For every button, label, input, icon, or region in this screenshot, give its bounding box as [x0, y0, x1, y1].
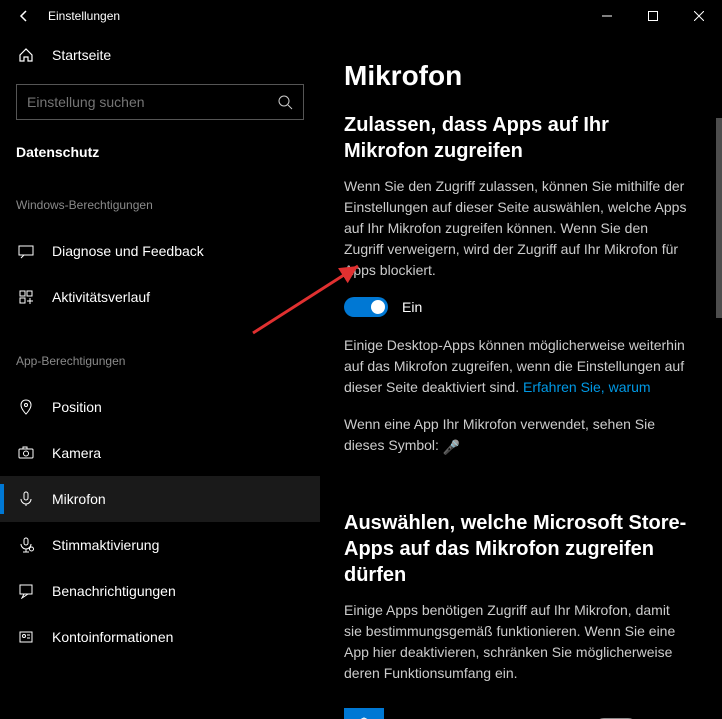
section-allow-description: Wenn Sie den Zugriff zulassen, können Si…: [344, 176, 690, 281]
activity-icon: [16, 289, 36, 305]
sidebar-item-label: Kamera: [52, 445, 101, 461]
search-box[interactable]: [16, 84, 304, 120]
learn-why-link[interactable]: Erfahren Sie, warum: [523, 379, 651, 395]
sidebar-item-label: Stimmaktivierung: [52, 537, 159, 553]
notification-icon: [16, 583, 36, 599]
page-title: Mikrofon: [344, 60, 690, 92]
breadcrumb: Datenschutz: [0, 134, 320, 164]
sidebar-item-kamera[interactable]: Kamera: [0, 430, 320, 476]
search-input[interactable]: [27, 94, 277, 110]
titlebar: Einstellungen: [0, 0, 722, 32]
in-use-note: Wenn eine App Ihr Mikrofon verwendet, se…: [344, 414, 690, 458]
allow-mic-toggle[interactable]: [344, 297, 388, 317]
sidebar-home-label: Startseite: [52, 47, 111, 63]
sidebar-item-mikrofon[interactable]: Mikrofon: [0, 476, 320, 522]
sidebar-item-diagnose[interactable]: Diagnose und Feedback: [0, 228, 320, 274]
sidebar-item-notifications[interactable]: Benachrichtigungen: [0, 568, 320, 614]
section-store-description: Einige Apps benötigen Zugriff auf Ihr Mi…: [344, 600, 690, 684]
sidebar-item-label: Diagnose und Feedback: [52, 243, 204, 259]
sidebar-item-position[interactable]: Position: [0, 384, 320, 430]
window-title: Einstellungen: [48, 9, 120, 23]
voice-icon: [16, 537, 36, 553]
allow-mic-toggle-label: Ein: [402, 299, 422, 315]
group-windows-permissions: Windows-Berechtigungen: [0, 182, 320, 228]
sidebar-item-label: Benachrichtigungen: [52, 583, 176, 599]
main-content: Mikrofon Zulassen, dass Apps auf Ihr Mik…: [320, 32, 722, 719]
sidebar-item-label: Aktivitätsverlauf: [52, 289, 150, 305]
sidebar-item-label: Mikrofon: [52, 491, 106, 507]
section-allow-heading: Zulassen, dass Apps auf Ihr Mikrofon zug…: [344, 112, 690, 164]
3d-viewer-icon: [344, 708, 384, 719]
app-row-3dviewer: 3D-Viewer Aus: [344, 700, 690, 719]
camera-icon: [16, 445, 36, 461]
sidebar-item-label: Kontoinformationen: [52, 629, 173, 645]
group-app-permissions: App-Berechtigungen: [0, 338, 320, 384]
scrollbar[interactable]: [716, 118, 722, 318]
sidebar-item-account[interactable]: Kontoinformationen: [0, 614, 320, 660]
sidebar-item-voice[interactable]: Stimmaktivierung: [0, 522, 320, 568]
close-button[interactable]: [676, 0, 722, 32]
microphone-icon: [16, 491, 36, 507]
minimize-button[interactable]: [584, 0, 630, 32]
sidebar-home[interactable]: Startseite: [0, 32, 320, 78]
desktop-apps-note: Einige Desktop-Apps können möglicherweis…: [344, 335, 690, 398]
location-icon: [16, 399, 36, 415]
maximize-button[interactable]: [630, 0, 676, 32]
sidebar-item-activity[interactable]: Aktivitätsverlauf: [0, 274, 320, 320]
section-store-heading: Auswählen, welche Microsoft Store-Apps a…: [344, 510, 690, 588]
back-button[interactable]: [8, 0, 40, 32]
account-icon: [16, 629, 36, 645]
feedback-icon: [16, 243, 36, 259]
microphone-tray-icon: 🎤: [443, 437, 460, 458]
home-icon: [16, 47, 36, 63]
sidebar-item-label: Position: [52, 399, 102, 415]
sidebar: Startseite Datenschutz Windows-Berechtig…: [0, 32, 320, 719]
search-icon: [277, 94, 293, 110]
